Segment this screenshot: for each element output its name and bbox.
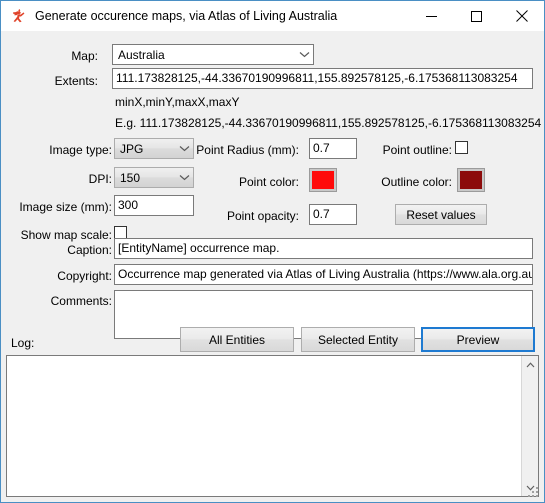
dpi-value: 150: [120, 170, 141, 185]
close-button[interactable]: [499, 1, 544, 31]
selected-entity-button[interactable]: Selected Entity: [301, 327, 415, 352]
maximize-button[interactable]: [454, 1, 499, 31]
image-type-label: Image type:: [49, 143, 112, 157]
all-entities-button[interactable]: All Entities: [180, 327, 294, 352]
app-window: Generate occurence maps, via Atlas of Li…: [0, 0, 545, 503]
point-color-label: Point color:: [238, 175, 299, 189]
comments-label: Comments:: [50, 294, 112, 308]
chevron-up-icon[interactable]: [522, 356, 538, 373]
point-opacity-label: Point opacity:: [226, 209, 299, 223]
outline-color-swatch[interactable]: [457, 168, 485, 192]
show-map-scale-label: Show map scale:: [20, 228, 112, 242]
map-label: Map:: [71, 49, 98, 63]
dpi-label: DPI:: [88, 172, 112, 186]
point-opacity-input[interactable]: 0.7: [309, 204, 357, 225]
point-radius-label: Point Radius (mm):: [196, 143, 299, 157]
log-label: Log:: [11, 336, 35, 350]
reset-values-button[interactable]: Reset values: [395, 204, 487, 225]
minimize-button[interactable]: [409, 1, 454, 31]
extents-example: E.g. 111.173828125,-44.33670190996811,15…: [115, 116, 542, 130]
caption-label: Caption:: [67, 243, 112, 257]
copyright-input[interactable]: Occurrence map generated via Atlas of Li…: [114, 264, 533, 285]
point-radius-input[interactable]: 0.7: [309, 138, 357, 159]
kangaroo-icon: [13, 9, 25, 23]
outline-color-label: Outline color:: [381, 175, 452, 189]
extents-hint: minX,minY,maxX,maxY: [115, 95, 240, 109]
maximize-icon: [471, 10, 482, 22]
image-type-value: JPG: [120, 141, 144, 156]
extents-input[interactable]: 111.173828125,-44.33670190996811,155.892…: [112, 68, 533, 89]
log-scrollbar[interactable]: [521, 356, 538, 496]
point-color-swatch[interactable]: [309, 168, 337, 192]
point-outline-checkbox[interactable]: [455, 141, 468, 154]
resize-grip-icon[interactable]: [527, 486, 540, 499]
chevron-down-icon: [296, 51, 313, 58]
extents-label: Extents:: [54, 74, 98, 88]
log-textarea[interactable]: [6, 355, 539, 497]
caption-input[interactable]: [EntityName] occurrence map.: [114, 238, 533, 259]
title-bar: Generate occurence maps, via Atlas of Li…: [1, 1, 544, 31]
copyright-label: Copyright:: [57, 269, 112, 283]
window-title: Generate occurence maps, via Atlas of Li…: [35, 9, 338, 23]
window-controls: [409, 1, 544, 31]
point-outline-label: Point outline:: [382, 143, 452, 157]
minimize-icon: [426, 15, 437, 17]
image-size-label: Image size (mm):: [19, 200, 112, 214]
close-icon: [515, 10, 528, 22]
client-area: Map: Australia Extents: 111.173828125,-4…: [2, 31, 543, 502]
map-select[interactable]: Australia: [112, 44, 314, 65]
preview-button[interactable]: Preview: [421, 327, 535, 352]
map-select-value: Australia: [118, 47, 165, 62]
